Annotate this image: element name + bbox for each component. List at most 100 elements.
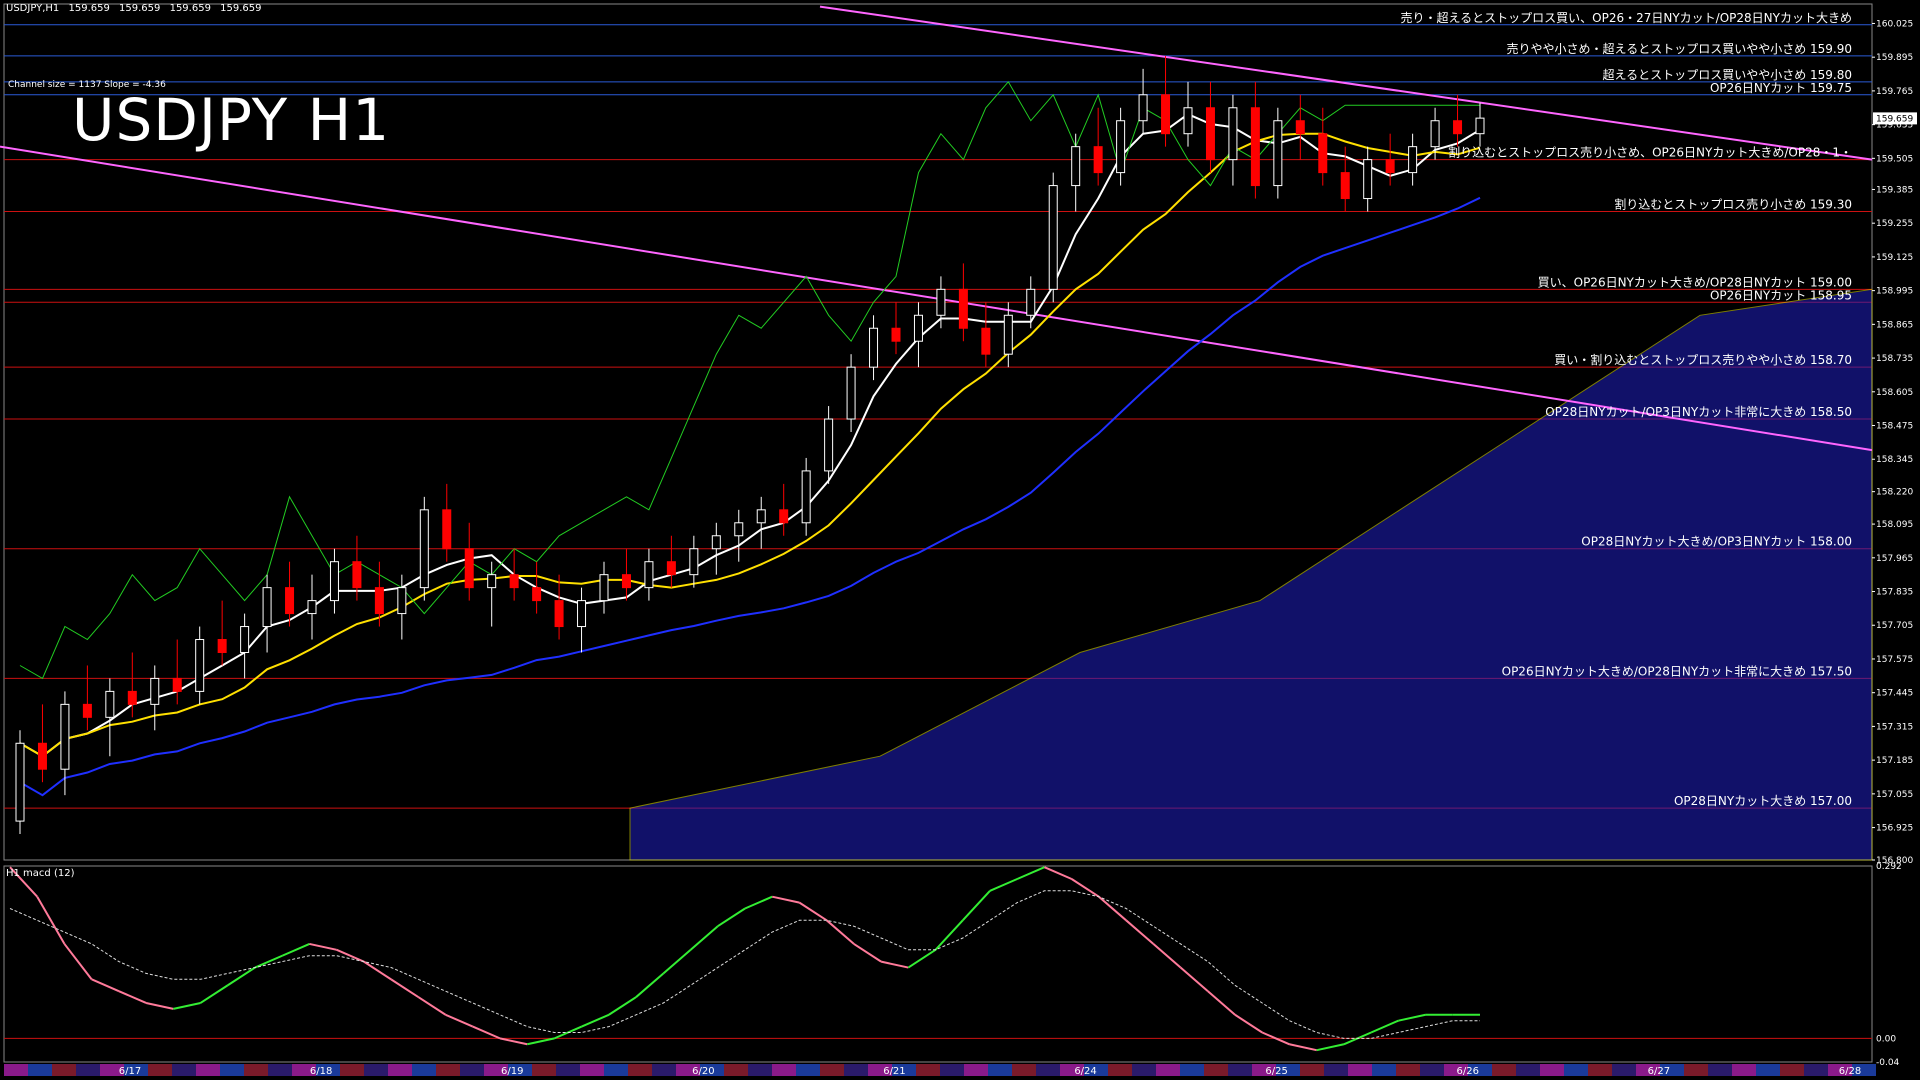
macd-main-segment [281,943,310,957]
macd-main-segment [390,978,419,998]
price-tick: 156.925 [1876,824,1913,834]
session-block [388,1064,412,1076]
macd-main-segment [336,948,365,963]
macd-main-segment [472,1025,501,1040]
session-block [1396,1064,1420,1076]
session-block [268,1064,292,1076]
session-block [556,1064,580,1076]
macd-main-segment [880,960,909,969]
candle-body [1003,314,1013,355]
macd-main-segment [962,890,991,921]
price-tick: 157.705 [1876,621,1913,631]
macd-main-segment [1044,866,1073,880]
price-chart[interactable]: 売り・超えるとストップロス買い、OP26・27日NYカット/OP28日NYカット… [0,0,1920,1080]
price-tick: 158.345 [1876,455,1913,465]
candle-body [644,561,654,589]
macd-main-segment [445,1013,474,1028]
session-block [964,1064,988,1076]
price-tick: 158.605 [1876,388,1913,398]
session-block [1324,1064,1348,1076]
candle-body [756,509,766,524]
level-label: 買い、OP26日NYカット大きめ/OP28日NYカット 159.00 [1538,275,1852,289]
date-label: 6/26 [1457,1066,1479,1077]
macd-main-segment [1289,1043,1317,1052]
macd-main-segment [91,978,120,993]
candle-body [1228,107,1238,161]
macd-main-segment [662,949,692,975]
macd-main-segment [635,972,664,998]
price-tick: 157.835 [1876,588,1913,598]
session-block [1108,1064,1132,1076]
level-label: OP26日NYカット大きめ/OP28日NYカット非常に大きめ 157.50 [1502,664,1852,678]
session-block [988,1064,1012,1076]
candle-body [666,561,676,576]
session-block [1708,1064,1732,1076]
chart-header: USDJPY,H1 159.659 159.659 159.659 159.65… [6,3,267,14]
macd-tick: -0.04 [1876,1058,1900,1068]
candle-body [1295,120,1305,135]
candle-body [195,639,205,692]
price-tick: 157.185 [1876,756,1913,766]
candle-body [1475,117,1485,135]
session-block [1228,1064,1252,1076]
date-label: 6/21 [883,1066,905,1077]
session-block [196,1064,220,1076]
price-tick: 158.220 [1876,488,1913,498]
session-block [148,1064,172,1076]
session-block [1036,1064,1060,1076]
session-block [172,1064,196,1076]
candle-body [1026,288,1036,316]
date-label: 6/19 [501,1066,523,1077]
price-tick: 158.475 [1876,422,1913,432]
macd-main-segment [826,919,855,945]
candle-body [1116,120,1126,174]
macd-main-segment [1370,1019,1399,1034]
ohlc-close: 159.659 [220,3,262,14]
price-tick: 158.095 [1876,520,1913,530]
session-block [1780,1064,1804,1076]
session-block [844,1064,868,1076]
price-tick: 159.505 [1876,154,1913,164]
candle-body [554,600,564,628]
macd-main-segment [772,895,800,904]
price-tick: 159.255 [1876,219,1913,229]
session-block [724,1064,748,1076]
ohlc-high: 159.659 [119,3,161,14]
candle-body [958,288,968,329]
candle-body [105,690,115,718]
session-block [1156,1064,1180,1076]
date-label: 6/18 [310,1066,332,1077]
level-label: 買い・割り込むとストップロス売りやや小さめ 158.70 [1554,352,1852,367]
candle-body [599,574,609,602]
macd-tick: 0.00 [1876,1034,1896,1044]
candle-body [1093,146,1103,174]
session-block [1132,1064,1156,1076]
candle-body [824,418,834,472]
session-block [1420,1064,1444,1076]
macd-tick: 0.292 [1876,862,1902,872]
session-block [532,1064,556,1076]
candle-body [689,548,699,576]
price-tick: 159.895 [1876,53,1913,63]
price-tick: 159.125 [1876,253,1913,263]
candle-body [172,677,182,692]
macd-label: H1 macd (12) [6,868,75,879]
price-tick: 157.965 [1876,554,1913,564]
macd-main-segment [989,878,1018,892]
candle-body [37,742,47,770]
macd-main-segment [1316,1043,1345,1052]
price-tick: 158.995 [1876,287,1913,297]
candle-body [1363,159,1373,200]
candle-body [1161,94,1171,135]
candle-body [1340,172,1350,200]
candle-body [464,548,474,589]
session-block [940,1064,964,1076]
session-block [580,1064,604,1076]
candle-body [60,703,70,770]
ichimoku-cloud [629,288,1873,861]
level-label: 割り込むとストップロス売り小さめ 159.30 [1614,197,1852,212]
macd-main-segment [744,895,773,910]
session-block [820,1064,844,1076]
level-label: 割り込むとストップロス売り小さめ、OP26日NYカット大きめ/OP28・1・ [1448,145,1852,160]
macd-main-segment [1016,866,1045,880]
